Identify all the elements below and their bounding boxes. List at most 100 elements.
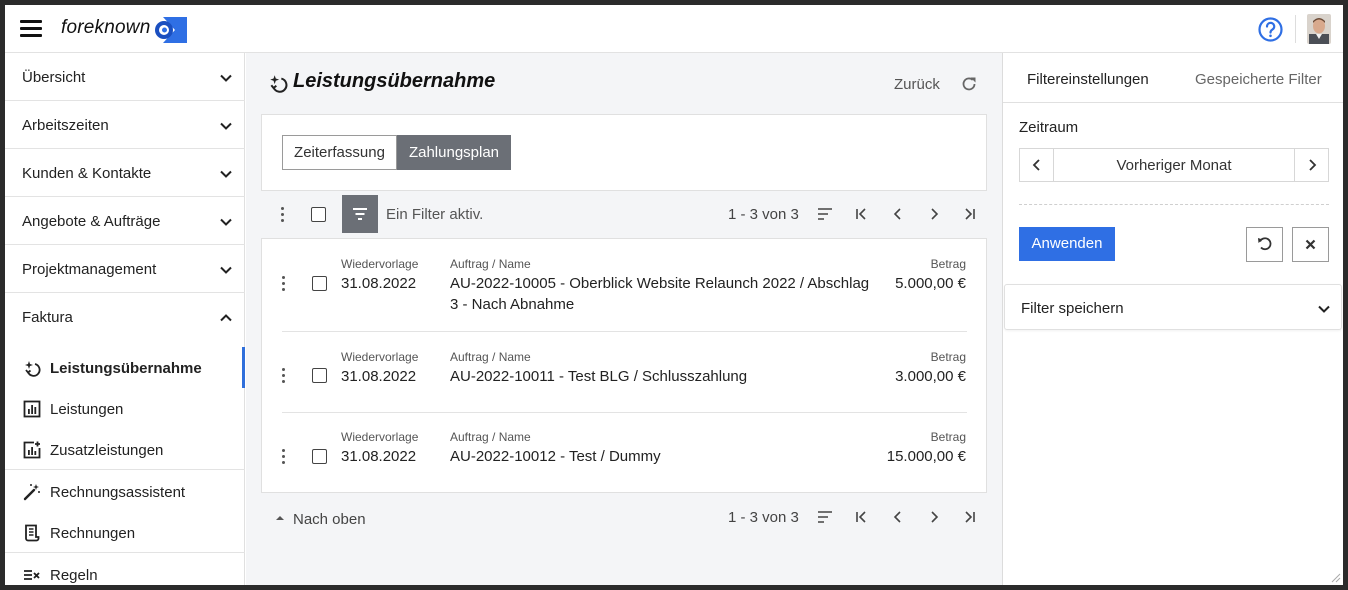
sidebar-item-label: Leistungsübernahme bbox=[50, 360, 202, 377]
sidebar-section-uebersicht[interactable]: Übersicht bbox=[5, 53, 245, 101]
payment-plan-list: Wiedervorlage 31.08.2022 Auftrag / Name … bbox=[261, 238, 987, 493]
row-checkbox[interactable] bbox=[312, 368, 327, 383]
filter-toggle-button[interactable] bbox=[342, 195, 378, 233]
save-filter-accordion[interactable]: Filter speichern bbox=[1004, 284, 1342, 330]
tab-filtereinstellungen[interactable]: Filtereinstellungen bbox=[1027, 71, 1149, 88]
row-options-icon[interactable] bbox=[282, 368, 286, 384]
row-checkbox[interactable] bbox=[312, 276, 327, 291]
chevron-right-icon bbox=[1309, 159, 1317, 171]
back-button[interactable]: Zurück bbox=[894, 76, 940, 93]
first-page-icon[interactable] bbox=[854, 509, 870, 525]
row-date: 31.08.2022 bbox=[341, 448, 417, 465]
sidebar-item-label: Zusatzleistungen bbox=[50, 442, 164, 459]
table-row[interactable]: Wiedervorlage 31.08.2022 Auftrag / Name … bbox=[262, 413, 986, 493]
filter-icon bbox=[353, 208, 367, 220]
sidebar-section-label: Projektmanagement bbox=[22, 261, 157, 278]
view-tabs-card: Zeiterfassung Zahlungsplan bbox=[261, 114, 987, 191]
date-column-label: Wiedervorlage bbox=[341, 350, 419, 364]
chevron-up-icon bbox=[220, 314, 232, 322]
page-title: Leistungsübernahme bbox=[293, 70, 496, 92]
row-name: AU-2022-10005 - Oberblick Website Relaun… bbox=[450, 275, 870, 313]
chevron-down-icon bbox=[220, 122, 232, 130]
sidebar-item-leistungsuebernahme[interactable]: Leistungsübernahme bbox=[5, 347, 245, 388]
row-date: 31.08.2022 bbox=[341, 368, 417, 385]
next-page-icon[interactable] bbox=[926, 206, 942, 222]
sidebar-section-projektmanagement[interactable]: Projektmanagement bbox=[5, 245, 245, 293]
prev-page-icon[interactable] bbox=[890, 509, 906, 525]
pager-text-bottom: 1 - 3 von 3 bbox=[728, 509, 799, 526]
refresh-icon[interactable] bbox=[960, 75, 978, 93]
chevron-left-icon bbox=[1032, 159, 1040, 171]
clear-filter-button[interactable] bbox=[1292, 227, 1329, 262]
next-page-icon[interactable] bbox=[926, 509, 942, 525]
select-all-checkbox[interactable] bbox=[311, 207, 326, 222]
period-selector: Vorheriger Monat bbox=[1019, 148, 1329, 182]
period-next-button[interactable] bbox=[1294, 149, 1328, 181]
sort-icon[interactable] bbox=[817, 509, 833, 525]
first-page-icon[interactable] bbox=[854, 206, 870, 222]
period-prev-button[interactable] bbox=[1020, 149, 1054, 181]
row-name: AU-2022-10012 - Test / Dummy bbox=[450, 448, 661, 465]
sparkle-icon bbox=[25, 361, 41, 377]
sidebar-section-faktura[interactable]: Faktura bbox=[5, 293, 245, 341]
row-amount: 3.000,00 € bbox=[895, 368, 966, 385]
tab-zeiterfassung[interactable]: Zeiterfassung bbox=[282, 135, 397, 170]
sidebar-item-rechnungen[interactable]: Rechnungen bbox=[5, 512, 245, 553]
prev-page-icon[interactable] bbox=[890, 206, 906, 222]
main-content: Leistungsübernahme Zurück Zeiterfassung … bbox=[246, 53, 1002, 585]
sidebar-section-label: Arbeitszeiten bbox=[22, 117, 109, 134]
row-checkbox[interactable] bbox=[312, 449, 327, 464]
help-icon[interactable] bbox=[1258, 17, 1283, 42]
last-page-icon[interactable] bbox=[961, 206, 977, 222]
sidebar-item-leistungen[interactable]: Leistungen bbox=[5, 388, 245, 429]
tab-gespeicherte-filter[interactable]: Gespeicherte Filter bbox=[1195, 71, 1322, 88]
table-row[interactable]: Wiedervorlage 31.08.2022 Auftrag / Name … bbox=[262, 239, 986, 331]
row-amount: 5.000,00 € bbox=[895, 275, 966, 292]
row-amount: 15.000,00 € bbox=[886, 448, 966, 465]
tab-zahlungsplan[interactable]: Zahlungsplan bbox=[397, 135, 511, 170]
resize-grip-icon[interactable] bbox=[1329, 571, 1341, 583]
scroll-to-top-link[interactable]: Nach oben bbox=[293, 511, 366, 528]
magic-wand-icon bbox=[23, 484, 40, 501]
hamburger-menu-icon[interactable] bbox=[20, 20, 42, 38]
list-toolbar: Ein Filter aktiv. 1 - 3 von 3 bbox=[261, 191, 987, 237]
period-label: Zeitraum bbox=[1019, 119, 1079, 136]
caret-up-icon bbox=[276, 516, 284, 520]
sidebar-section-label: Kunden & Kontakte bbox=[22, 165, 152, 182]
sidebar-item-rechnungsassistent[interactable]: Rechnungsassistent bbox=[5, 471, 245, 512]
sidebar-item-zusatzleistungen[interactable]: Zusatzleistungen bbox=[5, 429, 245, 470]
sidebar-section-kunden-kontakte[interactable]: Kunden & Kontakte bbox=[5, 149, 245, 197]
sidebar-item-label: Leistungen bbox=[50, 401, 124, 418]
save-filter-label: Filter speichern bbox=[1021, 300, 1124, 317]
undo-icon bbox=[1258, 237, 1272, 251]
sidebar-section-label: Übersicht bbox=[22, 69, 86, 86]
name-column-label: Auftrag / Name bbox=[450, 257, 531, 271]
more-options-icon[interactable] bbox=[281, 207, 285, 223]
sidebar-section-angebote-auftraege[interactable]: Angebote & Aufträge bbox=[5, 197, 245, 245]
chevron-down-icon bbox=[220, 74, 232, 82]
amount-column-label: Betrag bbox=[930, 350, 966, 364]
row-options-icon[interactable] bbox=[282, 276, 286, 292]
app-window: foreknown Übersicht Arbeitszeiten Kunden… bbox=[5, 5, 1343, 585]
sidebar-section-arbeitszeiten[interactable]: Arbeitszeiten bbox=[5, 101, 245, 149]
reset-filter-button[interactable] bbox=[1246, 227, 1283, 262]
close-icon bbox=[1305, 239, 1316, 250]
sidebar-item-regeln[interactable]: Regeln bbox=[5, 554, 245, 585]
filter-divider bbox=[1019, 204, 1329, 205]
table-row[interactable]: Wiedervorlage 31.08.2022 Auftrag / Name … bbox=[262, 332, 986, 412]
chevron-down-icon bbox=[1318, 305, 1330, 313]
user-avatar[interactable] bbox=[1307, 14, 1331, 44]
sidebar-item-label: Rechnungen bbox=[50, 525, 136, 542]
invoice-icon bbox=[25, 524, 40, 542]
date-column-label: Wiedervorlage bbox=[341, 430, 419, 444]
sort-icon[interactable] bbox=[817, 206, 833, 222]
row-options-icon[interactable] bbox=[282, 449, 286, 465]
last-page-icon[interactable] bbox=[961, 509, 977, 525]
name-column-label: Auftrag / Name bbox=[450, 350, 531, 364]
chevron-down-icon bbox=[220, 170, 232, 178]
period-value[interactable]: Vorheriger Monat bbox=[1054, 157, 1294, 174]
row-name: AU-2022-10011 - Test BLG / Schlusszahlun… bbox=[450, 368, 748, 385]
chevron-down-icon bbox=[220, 266, 232, 274]
apply-button[interactable]: Anwenden bbox=[1019, 227, 1115, 261]
filter-panel: Filtereinstellungen Gespeicherte Filter … bbox=[1002, 53, 1343, 585]
